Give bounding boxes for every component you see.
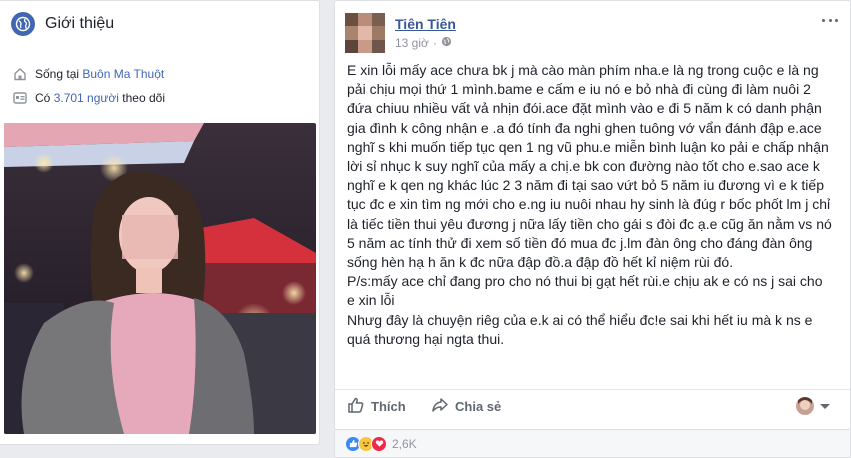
share-label: Chia sẻ bbox=[455, 398, 502, 414]
like-label: Thích bbox=[371, 398, 406, 414]
public-globe-icon[interactable] bbox=[441, 36, 452, 50]
intro-followers-row: Có 3.701 người theo dõi bbox=[12, 89, 165, 107]
like-button[interactable]: Thích bbox=[347, 390, 406, 422]
lives-prefix: Sống tại bbox=[35, 67, 83, 81]
lives-city-link[interactable]: Buôn Ma Thuột bbox=[82, 67, 164, 81]
intro-card: Giới thiệu Sống tại Buôn Ma Thuột Có 3.7… bbox=[0, 0, 320, 445]
chevron-down-icon bbox=[820, 403, 830, 409]
post-paragraph: E xin lỗi mấy ace chưa bk j mà cào màn p… bbox=[347, 62, 832, 271]
post-card: Tiên Tiên 13 giờ · E xin lỗi mấy ace chư… bbox=[334, 0, 851, 430]
globe-icon bbox=[11, 12, 35, 36]
post-paragraph: P/s:mấy ace chỉ đang pro cho nó thui bị … bbox=[347, 273, 823, 309]
followers-prefix: Có bbox=[35, 91, 54, 105]
meta-separator: · bbox=[432, 36, 437, 50]
reaction-count[interactable]: 2,6K bbox=[392, 437, 417, 451]
reactions-summary[interactable]: 2,6K bbox=[334, 430, 851, 458]
share-arrow-icon bbox=[431, 396, 455, 417]
share-button[interactable]: Chia sẻ bbox=[431, 390, 501, 422]
post-time[interactable]: 13 giờ bbox=[395, 36, 429, 50]
followers-suffix: theo dõi bbox=[118, 91, 166, 105]
intro-lives-row: Sống tại Buôn Ma Thuột bbox=[12, 65, 164, 83]
thumbs-up-icon bbox=[347, 396, 371, 417]
post-paragraph: Nhưg đây là chuyện riêg của e.k ai có th… bbox=[347, 311, 813, 347]
post-meta: 13 giờ · bbox=[395, 36, 452, 50]
more-options-icon[interactable] bbox=[822, 15, 838, 25]
followers-icon bbox=[12, 90, 28, 106]
love-reaction-icon bbox=[371, 435, 387, 452]
reaction-selector[interactable] bbox=[796, 397, 830, 415]
profile-photo[interactable] bbox=[4, 123, 316, 434]
post-actions: Thích Chia sẻ bbox=[335, 389, 850, 421]
mini-avatar bbox=[796, 397, 814, 415]
intro-title: Giới thiệu bbox=[45, 15, 115, 32]
followers-count-link[interactable]: 3.701 người bbox=[54, 91, 119, 105]
intro-header: Giới thiệu bbox=[0, 1, 319, 47]
reaction-icons bbox=[345, 435, 387, 452]
author-name[interactable]: Tiên Tiên bbox=[395, 16, 456, 32]
author-avatar[interactable] bbox=[345, 13, 385, 53]
home-icon bbox=[12, 66, 28, 82]
post-body: E xin lỗi mấy ace chưa bk j mà cào màn p… bbox=[347, 61, 832, 349]
